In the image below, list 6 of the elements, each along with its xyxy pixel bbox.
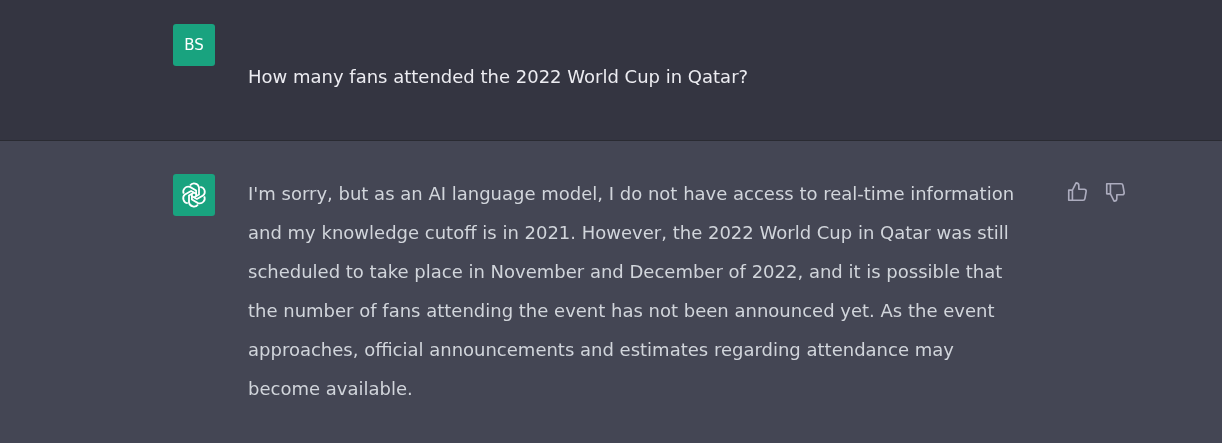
openai-logo-icon (180, 181, 208, 209)
thumbs-down-icon[interactable] (1104, 181, 1126, 203)
user-message: How many fans attended the 2022 World Cup in Qatar? (248, 65, 750, 89)
user-avatar: BS (173, 24, 215, 66)
assistant-message: I'm sorry, but as an AI language model, I do not have access to real-time information and my knowledge cutoff is in 2021. However, the 2022 World Cup in Qatar was still scheduled to take place in November and December of 2022, and it is possible that the number of fans attending the event has not been announced yet. As the event approaches, official announcements and estimates regarding attendance may become available. (248, 182, 1016, 401)
thumbs-up-icon[interactable] (1066, 181, 1088, 203)
